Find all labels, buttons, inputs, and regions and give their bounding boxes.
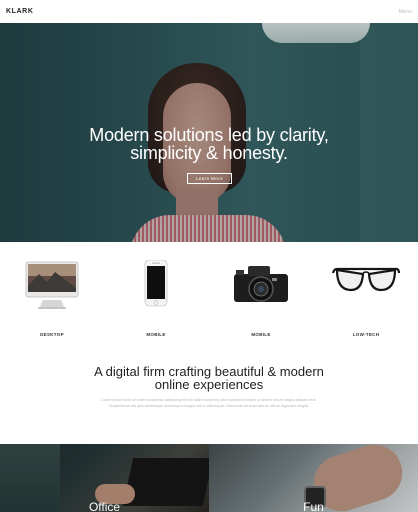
devices-section: DESKTOP MOBILE MOBILE LOW-TECH	[0, 242, 418, 352]
top-navigation-bar: KLARK Menu	[0, 0, 418, 23]
iphone-icon	[144, 259, 168, 307]
device-item-low-tech: LOW-TECH	[331, 260, 401, 340]
hero-banner: Modern solutions led by clarity, simplic…	[0, 23, 418, 242]
hero-title-line-1: Modern solutions led by clarity,	[89, 125, 329, 145]
imac-icon	[25, 261, 79, 309]
device-item-mobile-phone: MOBILE	[121, 259, 191, 340]
intro-heading-line-2: online experiences	[154, 377, 264, 392]
fun-tile-label: Fun	[303, 500, 324, 512]
camera-icon	[234, 266, 288, 302]
device-item-mobile-camera: MOBILE	[226, 260, 296, 340]
intro-paragraph-line-2: Suspendisse nisi quis scelerisque nonumm…	[109, 404, 309, 408]
site-logo[interactable]: KLARK	[6, 8, 34, 15]
learn-more-button[interactable]: Learn More	[187, 173, 232, 184]
glasses-icon	[331, 267, 401, 292]
menu-link[interactable]: Menu	[399, 9, 412, 15]
office-tile-label: Office	[88, 500, 121, 512]
device-item-desktop: DESKTOP	[17, 260, 87, 340]
device-label-desktop: DESKTOP	[40, 332, 64, 337]
device-label-low-tech: LOW-TECH	[352, 332, 380, 337]
office-tile[interactable]: Office	[0, 444, 209, 512]
device-label-mobile-camera: MOBILE	[251, 332, 271, 337]
device-label-mobile-phone: MOBILE	[146, 332, 166, 337]
fun-tile[interactable]: Fun	[209, 444, 418, 512]
hero-title-line-2: simplicity & honesty.	[130, 143, 288, 163]
